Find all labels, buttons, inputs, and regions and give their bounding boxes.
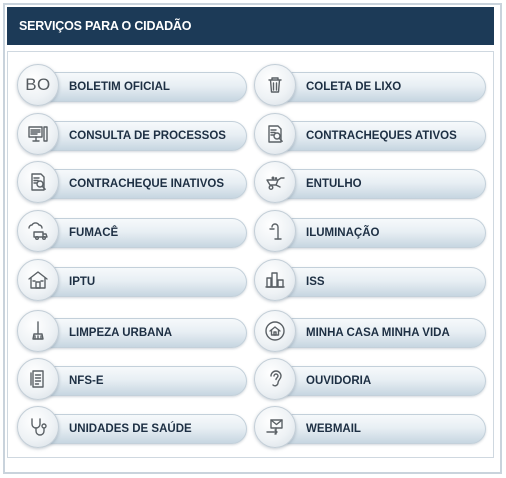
service-limpeza-urbana[interactable]: LIMPEZA URBANA xyxy=(17,310,247,354)
service-label: WEBMAIL xyxy=(306,423,361,435)
service-label: OUVIDORIA xyxy=(306,375,372,387)
service-iluminacao[interactable]: ILUMINAÇÃO xyxy=(254,210,486,254)
service-consulta-de-processos[interactable]: CONSULTA DE PROCESSOS xyxy=(17,113,247,157)
smoke-truck-icon xyxy=(17,210,59,252)
service-label: CONTRACHEQUE INATIVOS xyxy=(69,178,225,190)
panel-title: SERVIÇOS PARA O CIDADÃO xyxy=(19,19,192,33)
service-coleta-de-lixo[interactable]: COLETA DE LIXO xyxy=(254,64,486,108)
email-icon xyxy=(254,406,296,448)
home-circle-icon xyxy=(254,310,296,352)
service-contracheques-ativos[interactable]: CONTRACHEQUES ATIVOS xyxy=(254,113,486,157)
street-lamp-icon xyxy=(254,210,296,252)
document-search-icon xyxy=(17,161,59,203)
service-label: CONSULTA DE PROCESSOS xyxy=(69,130,226,142)
ear-icon xyxy=(254,358,296,400)
service-boletim-oficial[interactable]: BO BOLETIM OFICIAL xyxy=(17,64,247,108)
service-label: NFS-E xyxy=(69,375,104,387)
invoice-icon xyxy=(17,358,59,400)
service-nfs-e[interactable]: NFS-E xyxy=(17,358,247,402)
service-ouvidoria[interactable]: OUVIDORIA xyxy=(254,358,486,402)
service-label: UNIDADES DE SAÚDE xyxy=(69,423,192,435)
service-iss[interactable]: ISS xyxy=(254,259,486,303)
panel-header: SERVIÇOS PARA O CIDADÃO xyxy=(7,7,494,45)
computer-monitor-icon xyxy=(17,113,59,155)
service-label: LIMPEZA URBANA xyxy=(69,327,173,339)
service-label: FUMACÊ xyxy=(69,227,119,239)
bo-text-icon: BO xyxy=(17,64,59,106)
document-search-icon xyxy=(254,113,296,155)
service-label: ILUMINAÇÃO xyxy=(306,227,380,239)
stethoscope-icon xyxy=(17,406,59,448)
wheelbarrow-icon xyxy=(254,161,296,203)
service-fumace[interactable]: FUMACÊ xyxy=(17,210,247,254)
house-icon xyxy=(17,259,59,301)
service-contracheque-inativos[interactable]: CONTRACHEQUE INATIVOS xyxy=(17,161,247,205)
service-label: ISS xyxy=(306,276,325,288)
service-entulho[interactable]: ENTULHO xyxy=(254,161,486,205)
service-label: COLETA DE LIXO xyxy=(306,81,402,93)
service-iptu[interactable]: IPTU xyxy=(17,259,247,303)
service-label: CONTRACHEQUES ATIVOS xyxy=(306,130,457,142)
service-webmail[interactable]: WEBMAIL xyxy=(254,406,486,450)
service-label: ENTULHO xyxy=(306,178,362,190)
service-label: MINHA CASA MINHA VIDA xyxy=(306,327,450,339)
service-unidades-de-saude[interactable]: UNIDADES DE SAÚDE xyxy=(17,406,247,450)
trash-can-icon xyxy=(254,64,296,106)
broom-icon xyxy=(17,310,59,352)
service-label: IPTU xyxy=(69,276,96,288)
service-minha-casa-minha-vida[interactable]: MINHA CASA MINHA VIDA xyxy=(254,310,486,354)
service-label: BOLETIM OFICIAL xyxy=(69,81,170,93)
buildings-icon xyxy=(254,259,296,301)
